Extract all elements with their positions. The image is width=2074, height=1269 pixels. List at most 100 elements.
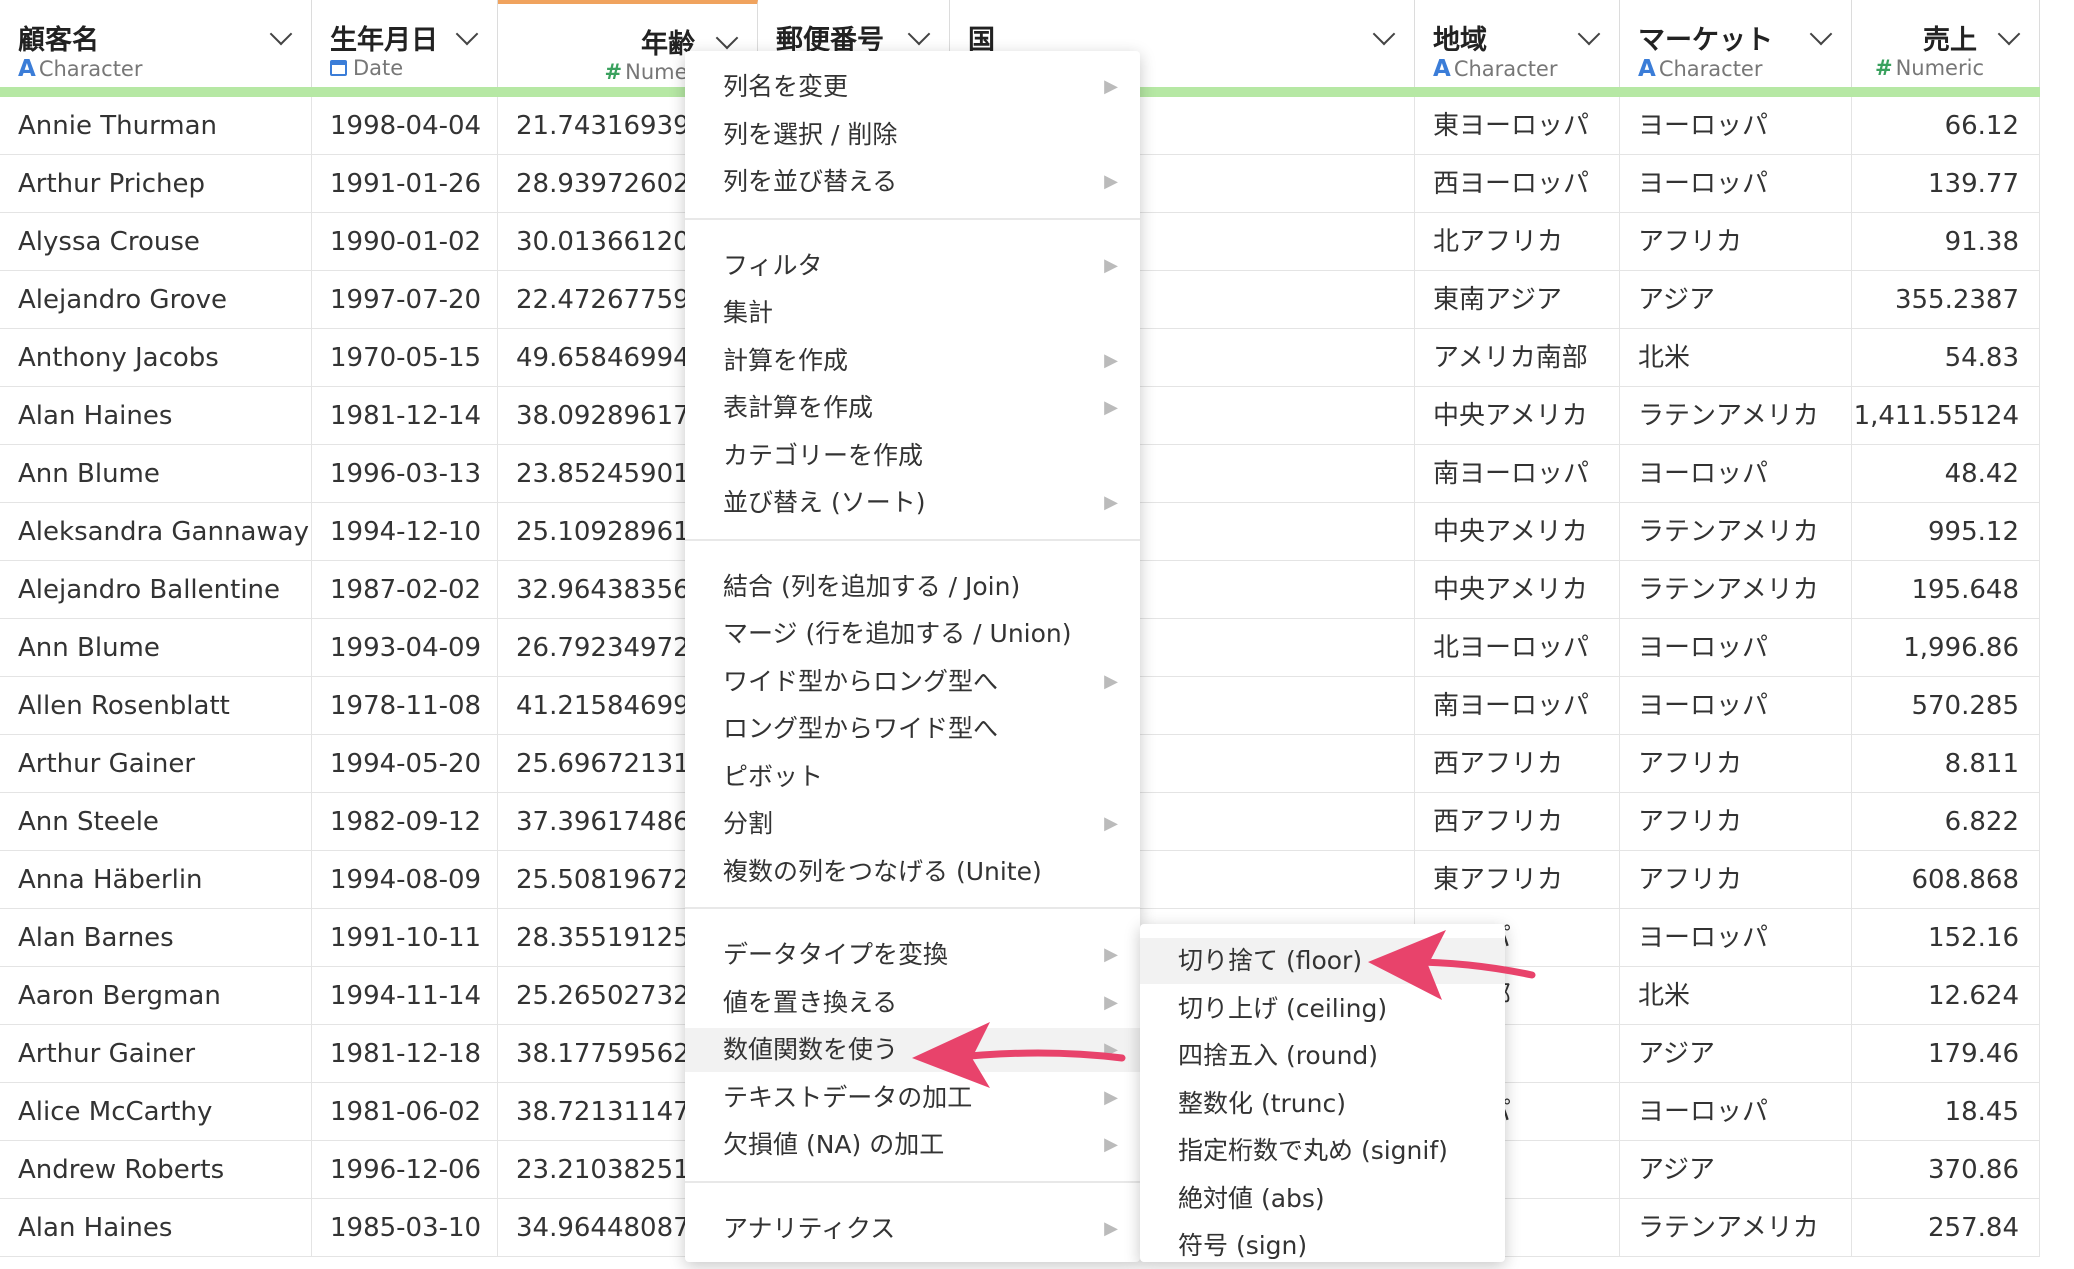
column-type-label: Character xyxy=(1453,57,1558,81)
menu-item[interactable]: データタイプを変換 ▶ xyxy=(685,933,1140,977)
menu-item[interactable]: カテゴリーを作成 xyxy=(685,434,1140,478)
column-header-5[interactable]: 地域 A Character xyxy=(1415,0,1620,87)
chevron-down-icon[interactable] xyxy=(1997,22,2021,46)
table-cell: ヨーロッパ xyxy=(1620,909,1852,967)
menu-item-label: 計算を作成 xyxy=(723,345,849,375)
chevron-down-icon[interactable] xyxy=(1577,22,1601,46)
menu-item[interactable]: 集計 xyxy=(685,291,1140,335)
chevron-down-icon[interactable] xyxy=(455,22,479,46)
submenu-item-label: 整数化 (trunc) xyxy=(1178,1088,1346,1118)
table-cell: Aaron Bergman xyxy=(0,967,312,1025)
menu-item[interactable]: 値を置き換える ▶ xyxy=(685,981,1140,1025)
chevron-right-icon: ▶ xyxy=(1104,1086,1118,1108)
table-cell: Arthur Gainer xyxy=(0,1025,312,1083)
menu-item[interactable]: ワイド型からロング型へ ▶ xyxy=(685,660,1140,704)
submenu-item[interactable]: 四捨五入 (round) xyxy=(1140,1033,1505,1079)
table-cell: 中央アメリカ xyxy=(1415,561,1620,619)
menu-separator xyxy=(685,907,1140,909)
table-cell: ラテンアメリカ xyxy=(1620,561,1852,619)
submenu-item[interactable]: 絶対値 (abs) xyxy=(1140,1176,1505,1222)
table-cell: ラテンアメリカ xyxy=(1620,1199,1852,1257)
menu-item[interactable]: 分割 ▶ xyxy=(685,802,1140,846)
submenu-item[interactable]: 切り捨て (floor) xyxy=(1140,938,1505,984)
menu-item[interactable]: 欠損値 (NA) の加工 ▶ xyxy=(685,1123,1140,1167)
column-header-0[interactable]: 顧客名 A Character xyxy=(0,0,312,87)
column-type: # Numeric xyxy=(1875,56,1984,80)
table-cell: ヨーロッパ xyxy=(1620,1083,1852,1141)
menu-item[interactable]: 結合 (列を追加する / Join) xyxy=(685,565,1140,609)
table-cell: アジア xyxy=(1620,271,1852,329)
table-cell: 995.12 xyxy=(1852,503,2040,561)
table-cell: Anthony Jacobs xyxy=(0,329,312,387)
table-cell: Anna Häberlin xyxy=(0,851,312,909)
table-cell: ヨーロッパ xyxy=(1620,155,1852,213)
menu-item-label: ロング型からワイド型へ xyxy=(723,714,999,743)
table-cell: 66.12 xyxy=(1852,97,2040,155)
table-cell: 1990-01-02 xyxy=(312,213,498,271)
table-cell: 1981-06-02 xyxy=(312,1083,498,1141)
menu-item[interactable]: 列を選択 / 削除 xyxy=(685,113,1140,157)
table-cell: Arthur Prichep xyxy=(0,155,312,213)
chevron-right-icon: ▶ xyxy=(1104,670,1118,692)
table-cell: 257.84 xyxy=(1852,1199,2040,1257)
submenu-item-label: 切り捨て (floor) xyxy=(1178,946,1363,975)
submenu-item[interactable]: 切り上げ (ceiling) xyxy=(1140,986,1505,1032)
menu-item[interactable]: 計算を作成 ▶ xyxy=(685,339,1140,383)
menu-item-label: 複数の列をつなげる (Unite) xyxy=(723,856,1042,886)
chevron-down-icon[interactable] xyxy=(1372,22,1396,46)
column-header-7[interactable]: 売上 # Numeric xyxy=(1852,0,2040,87)
menu-item[interactable]: 複数の列をつなげる (Unite) xyxy=(685,850,1140,894)
table-cell: 中央アメリカ xyxy=(1415,387,1620,445)
submenu-item-label: 指定桁数で丸め (signif) xyxy=(1178,1136,1448,1165)
column-type-label: Date xyxy=(353,56,404,80)
table-cell: 195.648 xyxy=(1852,561,2040,619)
menu-item[interactable]: アナリティクス ▶ xyxy=(685,1207,1140,1251)
menu-item[interactable]: テキストデータの加工 ▶ xyxy=(685,1076,1140,1120)
table-cell: アフリカ xyxy=(1620,793,1852,851)
menu-item[interactable]: ロング型からワイド型へ xyxy=(685,707,1140,751)
column-type: A Character xyxy=(18,56,143,82)
column-type-label: Numeric xyxy=(1895,56,1984,80)
submenu-item[interactable]: 符号 (sign) xyxy=(1140,1223,1505,1269)
column-name: 地域 xyxy=(1433,25,1487,56)
column-type: A Character xyxy=(1638,56,1763,82)
table-cell: 91.38 xyxy=(1852,213,2040,271)
menu-item[interactable]: 列名を変更 ▶ xyxy=(685,65,1140,109)
table-cell: アジア xyxy=(1620,1025,1852,1083)
table-cell: ヨーロッパ xyxy=(1620,619,1852,677)
menu-item-label: 集計 xyxy=(723,298,774,327)
table-cell: 1987-02-02 xyxy=(312,561,498,619)
table-cell: ラテンアメリカ xyxy=(1620,503,1852,561)
menu-item[interactable]: 並び替え (ソート) ▶ xyxy=(685,481,1140,525)
menu-separator xyxy=(685,1180,1140,1183)
table-cell: Annie Thurman xyxy=(0,97,312,155)
table-cell: 370.86 xyxy=(1852,1141,2040,1199)
chevron-down-icon[interactable] xyxy=(715,26,739,50)
chevron-right-icon: ▶ xyxy=(1104,944,1118,965)
column-header-6[interactable]: マーケット A Character xyxy=(1620,0,1852,87)
chevron-down-icon[interactable] xyxy=(907,22,931,46)
menu-item-label: ピボット xyxy=(723,761,824,791)
menu-item[interactable]: ピボット xyxy=(685,755,1140,799)
table-cell: 1994-08-09 xyxy=(312,851,498,909)
table-cell: ヨーロッパ xyxy=(1620,677,1852,735)
chevron-down-icon[interactable] xyxy=(269,22,293,46)
numeric-type-icon: # xyxy=(1874,56,1893,80)
menu-item[interactable]: 列を並び替える ▶ xyxy=(685,160,1140,204)
menu-item[interactable]: マージ (行を追加する / Union) xyxy=(685,612,1140,656)
table-cell: Alan Haines xyxy=(0,387,312,445)
table-cell: 1991-01-26 xyxy=(312,155,498,213)
menu-item-label: 値を置き換える xyxy=(723,987,898,1017)
column-header-1[interactable]: 生年月日 Date xyxy=(312,0,498,87)
menu-item[interactable]: 表計算を作成 ▶ xyxy=(685,386,1140,430)
submenu-item[interactable]: 整数化 (trunc) xyxy=(1140,1081,1505,1127)
menu-item[interactable]: フィルタ ▶ xyxy=(685,244,1140,288)
table-cell: 1993-04-09 xyxy=(312,619,498,677)
submenu-item-label: 切り上げ (ceiling) xyxy=(1178,993,1388,1023)
chevron-right-icon: ▶ xyxy=(1104,171,1118,192)
table-cell: 南ヨーロッパ xyxy=(1415,677,1620,735)
column-type: Date xyxy=(330,56,403,80)
menu-item[interactable]: 数値関数を使う ▶ xyxy=(685,1028,1140,1072)
chevron-down-icon[interactable] xyxy=(1809,22,1833,46)
submenu-item[interactable]: 指定桁数で丸め (signif) xyxy=(1140,1128,1505,1174)
